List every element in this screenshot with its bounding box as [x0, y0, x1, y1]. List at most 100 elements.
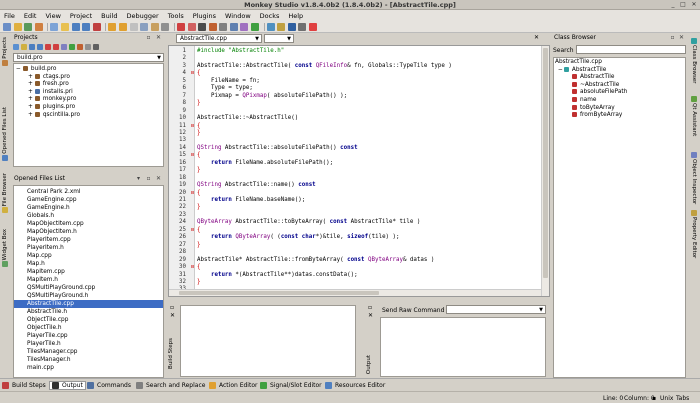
tree-item-file[interactable]: AbstractTile.cpp: [554, 59, 685, 67]
tree-item-root[interactable]: − build.pro: [14, 66, 163, 74]
tab-qt-assistant[interactable]: Qt Assistant: [689, 95, 699, 136]
build-steps-tab[interactable]: ▫ ✕ Build Steps: [168, 303, 178, 378]
float-icon[interactable]: ▫: [170, 304, 174, 311]
add-project-icon[interactable]: [13, 44, 19, 50]
float-icon[interactable]: ▫: [368, 304, 372, 311]
fold-marker-icon[interactable]: ⊟: [191, 265, 195, 270]
list-item[interactable]: MapObjectItem.h: [14, 228, 163, 236]
float-icon[interactable]: ▫: [145, 34, 152, 41]
tab-class-browser[interactable]: Class Browser: [689, 37, 699, 84]
close-editor-icon[interactable]: ✕: [534, 34, 539, 41]
help-icon[interactable]: [277, 22, 286, 31]
new-project-icon[interactable]: [3, 22, 11, 31]
remove-file-icon[interactable]: [77, 44, 83, 50]
tree-item-member[interactable]: toByteArray: [554, 104, 685, 113]
list-item[interactable]: PlayerTile.h: [14, 340, 163, 348]
settings-icon[interactable]: [61, 44, 67, 50]
sort-icon[interactable]: ▾: [135, 175, 142, 182]
close-icon[interactable]: ✕: [155, 34, 162, 41]
tab-output[interactable]: Output: [49, 381, 86, 390]
list-item[interactable]: Central Park 2.xml: [14, 188, 163, 196]
undo-icon[interactable]: [108, 22, 117, 31]
fold-marker-icon[interactable]: ⊟: [191, 123, 195, 129]
tab-action-editor[interactable]: Action Editor: [209, 381, 257, 390]
minimize-button[interactable]: _: [669, 1, 677, 9]
tab-projects[interactable]: Projects: [0, 37, 10, 67]
list-item[interactable]: ObjectTile.h: [14, 324, 163, 332]
list-item[interactable]: TilesManager.cpp: [14, 348, 163, 356]
tree-item[interactable]: + installs.pri: [14, 88, 163, 97]
menu-view[interactable]: View: [45, 12, 60, 20]
tree-item-member[interactable]: absoluteFilePath: [554, 89, 685, 97]
save-project-icon[interactable]: [24, 22, 33, 31]
fold-marker-icon[interactable]: ⊟: [191, 71, 195, 76]
menu-help[interactable]: Help: [288, 12, 303, 20]
float-icon[interactable]: ▫: [145, 175, 152, 182]
menu-edit[interactable]: Edit: [24, 12, 37, 20]
close-button[interactable]: ✕: [690, 1, 698, 9]
menu-docks[interactable]: Docks: [260, 12, 280, 20]
send-raw-command-input[interactable]: ▼: [446, 305, 546, 314]
tab-build-steps[interactable]: Build Steps: [2, 381, 46, 390]
open-project-icon[interactable]: [13, 22, 22, 31]
list-item[interactable]: TilesManager.h: [14, 356, 163, 364]
close-project-icon[interactable]: [34, 22, 43, 31]
list-item[interactable]: GameEngine.cpp: [14, 196, 163, 204]
tools-icon[interactable]: [298, 22, 307, 31]
symbol-combo[interactable]: ▼: [264, 34, 294, 43]
list-item[interactable]: QSMultiPlayGround.h: [14, 292, 163, 300]
redo-icon[interactable]: [118, 22, 127, 31]
float-icon[interactable]: ▫: [669, 34, 676, 41]
list-item[interactable]: PlayerItem.h: [14, 244, 163, 252]
scrollbar-thumb[interactable]: [179, 291, 379, 295]
copy-icon[interactable]: [140, 22, 149, 31]
list-item[interactable]: MapItem.h: [14, 276, 163, 284]
menu-build[interactable]: Build: [101, 12, 117, 20]
save-file-icon[interactable]: [71, 22, 80, 31]
tree-item[interactable]: + fresh.pro: [14, 81, 163, 89]
fold-marker-icon[interactable]: ⊟: [191, 153, 195, 158]
build-icon[interactable]: [187, 22, 196, 31]
close-icon[interactable]: ✕: [155, 175, 162, 182]
fold-marker-icon[interactable]: ⊟: [191, 190, 195, 196]
search-input[interactable]: [576, 45, 686, 54]
cut-icon[interactable]: [129, 22, 138, 31]
maximize-button[interactable]: □: [679, 1, 687, 9]
tab-object-inspector[interactable]: Object Inspector: [689, 151, 699, 204]
stop-icon[interactable]: [176, 22, 185, 31]
menu-project[interactable]: Project: [70, 12, 92, 20]
tab-search-replace[interactable]: Search and Replace: [136, 381, 205, 390]
tab-property-editor[interactable]: Property Editor: [689, 209, 699, 258]
list-item[interactable]: Map.cpp: [14, 252, 163, 260]
tree-item[interactable]: + plugins.pro: [14, 103, 163, 112]
list-item[interactable]: Globals.h: [14, 212, 163, 220]
menu-tools[interactable]: Tools: [168, 12, 184, 20]
open-file-icon[interactable]: [60, 22, 69, 31]
list-item[interactable]: PlayerTile.cpp: [14, 332, 163, 340]
list-item[interactable]: MapObjectItem.cpp: [14, 220, 163, 228]
filter-icon[interactable]: [93, 44, 99, 50]
tab-file-browser[interactable]: File Browser: [0, 173, 10, 214]
settings-icon[interactable]: [266, 22, 275, 31]
code-editor[interactable]: 1 2 3 4 5 6 7 8 9 10 11 12 13 14 15 16 17 18 19 20 21 22 23 24 2…: [168, 45, 550, 297]
close-all-icon[interactable]: [53, 44, 59, 50]
tab-opened-files[interactable]: Opened Files List: [0, 107, 10, 162]
list-item[interactable]: Map.h: [14, 260, 163, 268]
file-combo[interactable]: AbstractTile.cpp ▼: [176, 34, 262, 43]
list-item[interactable]: GameEngine.h: [14, 204, 163, 212]
menu-file[interactable]: File: [4, 12, 15, 20]
tree-item[interactable]: + monkey.pro: [14, 96, 163, 104]
close-file-icon[interactable]: [92, 22, 101, 31]
tab-resources-editor[interactable]: Resources Editor: [325, 381, 385, 390]
info-icon[interactable]: [287, 22, 296, 31]
tree-item-member[interactable]: AbstractTile: [554, 74, 685, 82]
fold-marker-icon[interactable]: ⊟: [191, 227, 195, 233]
options-icon[interactable]: [85, 44, 91, 50]
paste-icon[interactable]: [150, 22, 159, 31]
scrollbar-thumb[interactable]: [543, 48, 548, 278]
new-file-icon[interactable]: [50, 22, 59, 31]
tab-commands[interactable]: Commands: [87, 381, 131, 390]
tree-item-member[interactable]: fromByteArray: [554, 112, 685, 120]
tree-item-member[interactable]: ~AbstractTile: [554, 81, 685, 90]
save-project-icon[interactable]: [29, 44, 35, 50]
